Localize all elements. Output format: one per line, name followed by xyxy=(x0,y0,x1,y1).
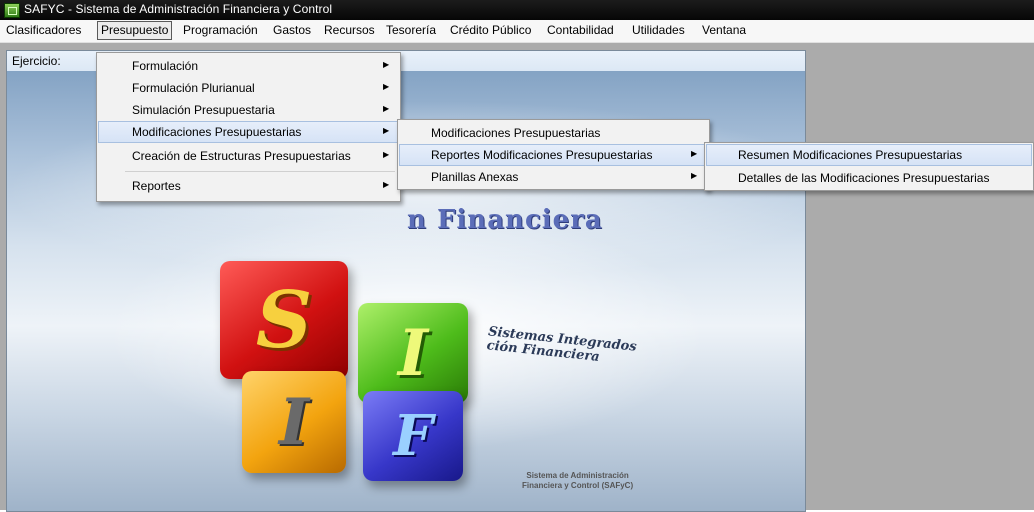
splash-footer: Sistema de Administración Financiera y C… xyxy=(522,471,633,491)
presupuesto-dropdown: Formulación ▶ Formulación Plurianual ▶ S… xyxy=(96,52,401,202)
menu-item-detalles-modificaciones[interactable]: Detalles de las Modificaciones Presupues… xyxy=(706,167,1032,189)
app-icon[interactable] xyxy=(4,3,20,18)
menu-bar: Clasificadores Presupuesto Programación … xyxy=(0,20,1034,43)
footer-line: Sistema de Administración xyxy=(526,471,629,480)
exercise-label: Ejercicio: xyxy=(12,54,61,68)
cube-yellow: I xyxy=(242,371,346,473)
menu-item-planillas-anexas[interactable]: Planillas Anexas ▶ xyxy=(399,166,708,188)
splash-heading: n Financiera xyxy=(407,205,603,235)
menu-ventana[interactable]: Ventana xyxy=(700,23,748,37)
menu-item-label: Formulación Plurianual xyxy=(132,81,255,95)
menu-item-label: Formulación xyxy=(132,59,199,73)
menu-item-simulacion[interactable]: Simulación Presupuestaria ▶ xyxy=(98,99,399,121)
cube-green: I xyxy=(358,303,468,403)
menu-contabilidad[interactable]: Contabilidad xyxy=(545,23,616,37)
splash-tagline: Sistemas Integrados ción Financiera xyxy=(486,324,637,368)
menu-tesoreria[interactable]: Tesorería xyxy=(384,23,438,37)
menu-item-label: Creación de Estructuras Presupuestarias xyxy=(132,149,351,163)
cube-letter: I xyxy=(279,384,309,460)
submenu-arrow-icon: ▶ xyxy=(691,171,698,180)
menu-item-label: Modificaciones Presupuestarias xyxy=(132,125,302,139)
submenu-arrow-icon: ▶ xyxy=(691,149,698,158)
menu-item-label: Reportes Modificaciones Presupuestarias xyxy=(431,148,653,162)
menu-item-label: Resumen Modificaciones Presupuestarias xyxy=(738,148,963,162)
menu-item-formulacion-plurianual[interactable]: Formulación Plurianual ▶ xyxy=(98,77,399,99)
cube-red: S xyxy=(220,261,348,379)
modificaciones-submenu: Modificaciones Presupuestarias Reportes … xyxy=(397,119,710,190)
menu-item-label: Planillas Anexas xyxy=(431,170,519,184)
submenu-arrow-icon: ▶ xyxy=(383,104,390,113)
title-bar: SAFYC - Sistema de Administración Financ… xyxy=(0,0,1034,20)
submenu-arrow-icon: ▶ xyxy=(383,150,390,159)
menu-clasificadores[interactable]: Clasificadores xyxy=(4,23,83,37)
menu-separator xyxy=(125,171,395,172)
menu-utilidades[interactable]: Utilidades xyxy=(630,23,687,37)
menu-item-label: Simulación Presupuestaria xyxy=(132,103,275,117)
menu-credito-publico[interactable]: Crédito Público xyxy=(448,23,533,37)
submenu-arrow-icon: ▶ xyxy=(383,126,390,135)
cube-letter: F xyxy=(393,403,433,469)
cube-letter: I xyxy=(398,315,428,391)
menu-item-reportes[interactable]: Reportes ▶ xyxy=(98,175,399,197)
menu-item-formulacion[interactable]: Formulación ▶ xyxy=(98,55,399,77)
menu-item-modificaciones-presupuestarias[interactable]: Modificaciones Presupuestarias xyxy=(399,122,708,144)
menu-programacion[interactable]: Programación xyxy=(181,23,260,37)
menu-item-label: Reportes xyxy=(132,179,181,193)
reportes-submenu: Resumen Modificaciones Presupuestarias D… xyxy=(704,142,1034,191)
submenu-arrow-icon: ▶ xyxy=(383,180,390,189)
menu-recursos[interactable]: Recursos xyxy=(322,23,377,37)
menu-gastos[interactable]: Gastos xyxy=(271,23,313,37)
footer-line: Financiera y Control (SAFyC) xyxy=(522,481,634,490)
menu-item-creacion-estructuras[interactable]: Creación de Estructuras Presupuestarias … xyxy=(98,145,399,167)
menu-item-label: Modificaciones Presupuestarias xyxy=(431,126,601,140)
menu-item-reportes-modificaciones[interactable]: Reportes Modificaciones Presupuestarias … xyxy=(399,144,708,166)
cube-blue: F xyxy=(363,391,463,481)
window-title: SAFYC - Sistema de Administración Financ… xyxy=(24,2,333,16)
submenu-arrow-icon: ▶ xyxy=(383,82,390,91)
menu-item-resumen-modificaciones[interactable]: Resumen Modificaciones Presupuestarias xyxy=(706,144,1032,166)
menu-presupuesto[interactable]: Presupuesto xyxy=(97,21,173,40)
menu-item-modificaciones[interactable]: Modificaciones Presupuestarias ▶ xyxy=(98,121,399,143)
menu-item-label: Detalles de las Modificaciones Presupues… xyxy=(738,171,990,185)
submenu-arrow-icon: ▶ xyxy=(383,60,390,69)
cube-letter: S xyxy=(255,274,313,366)
